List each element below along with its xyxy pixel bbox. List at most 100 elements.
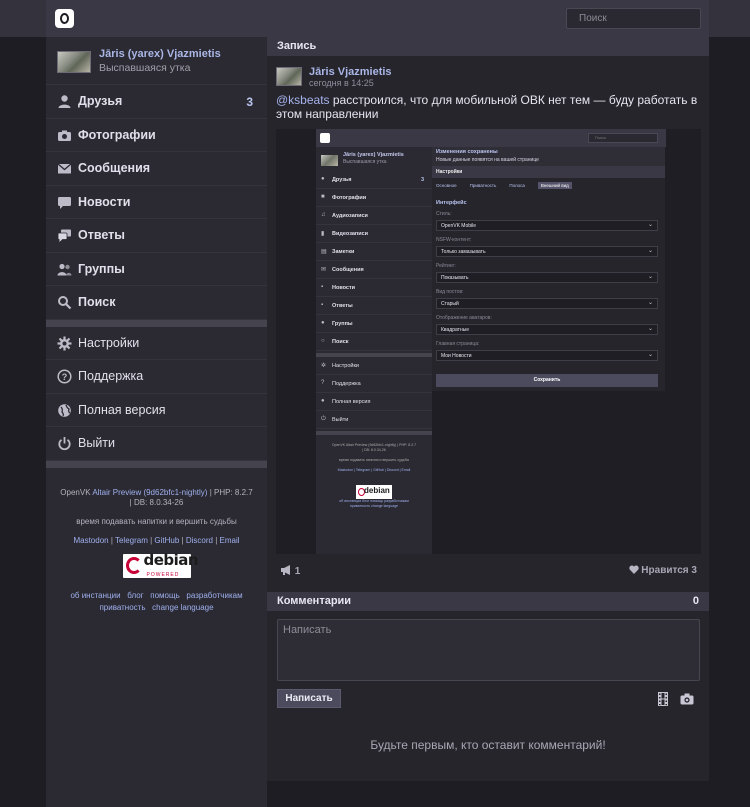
post-mention-link[interactable]: @ksbeats [276,93,330,107]
ss-menu-label: Группы [332,321,353,327]
ss-footer-bottom2: приватность change language [350,504,398,508]
sidebar-item-logout[interactable]: Выйти [46,427,267,461]
debian-powered-logo[interactable]: debian POWERED [122,552,199,578]
sidebar-item-replies[interactable]: Ответы [46,219,267,253]
sidebar-item-label: Фотографии [78,127,156,142]
sidebar-item-label: Выйти [78,436,116,450]
footer-link-email[interactable]: Email [220,536,240,545]
sidebar-item-settings[interactable]: Настройки [46,327,267,360]
ss-menu-label: Выйти [332,417,349,423]
power-icon [57,436,72,451]
repost-button[interactable]: 1 [281,565,300,577]
sidebar-item-news[interactable]: Новости [46,186,267,219]
gear-icon [57,336,72,351]
ss-camera-icon: ■ [321,194,325,200]
like-label: Нравится 3 [641,565,697,576]
post-author-name[interactable]: Jāris Vjazmietis [309,66,392,78]
camera-icon [57,128,72,143]
sidebar-item-label: Новости [78,194,131,209]
sidebar-item-full-version[interactable]: Полная версия [46,394,267,427]
ss-notice-title: Изменения сохранены [436,149,498,155]
footer-link-telegram[interactable]: Telegram [115,536,148,545]
ss-menu-item: ● Группы [316,316,432,333]
ss-menu-label: Поддержка [332,381,361,387]
help-icon: ? [57,369,72,384]
footer-link-discord[interactable]: Discord [186,536,213,545]
footer-link-mastodon[interactable]: Mastodon [73,536,108,545]
ss-field-label: Главная страница: [436,341,480,347]
avatar[interactable] [57,51,91,73]
heart-icon [628,565,639,574]
post-text: @ksbeats расстроился, что для мобильной … [276,93,704,121]
repost-count: 1 [294,566,301,577]
ss-menu-label: Заметки [332,249,355,255]
menu-divider [46,319,267,327]
top-bar [0,0,750,37]
sidebar-item-friends[interactable]: Друзья 3 [46,85,267,119]
ss-menu-item: ✲ Настройки [316,358,432,375]
sidebar-item-groups[interactable]: Группы [46,253,267,286]
footer-link-developers[interactable]: разработчикам [186,591,242,600]
footer-link-language[interactable]: change language [152,603,213,612]
footer-nav-row2: приватность change language [52,603,261,613]
sidebar-item-label: Полная версия [78,402,166,417]
ss-menu-label: Ответы [332,303,353,309]
sidebar-item-photos[interactable]: Фотографии [46,119,267,152]
ss-interface-title: Интерфейс [436,200,467,206]
attach-video-icon[interactable] [657,692,669,706]
footer-link-about[interactable]: об инстанции [70,591,120,600]
footer-link-privacy[interactable]: приватность [99,603,145,612]
openvk-logo[interactable] [55,9,74,28]
post-timestamp[interactable]: сегодня в 14:25 [309,78,374,88]
screenshot-preview: Поиск Jāris (yarex) Vjazmietis Выспавшая… [276,129,701,554]
footer-link-help[interactable]: помощь [150,591,179,600]
ss-notice: Изменения сохранены Новые данные появятс… [432,147,665,166]
attach-photo-icon[interactable] [680,692,694,706]
comments-count: 0 [692,595,699,607]
ss-profile-name: Jāris (yarex) Vjazmietis [343,152,404,158]
sidebar-item-label: Настройки [78,335,140,350]
footer-link-github[interactable]: GitHub [154,536,179,545]
sidebar-item-search[interactable]: Поиск [46,286,267,320]
ss-field-select: Только замазывать [436,246,658,257]
ss-help-icon: ? [321,380,325,386]
ss-footer-links: Mastodon | Telegram | GitHub | Discord |… [337,468,411,472]
friends-count-badge: 3 [246,95,253,109]
svg-text:?: ? [62,372,68,382]
footer-link-blog[interactable]: блог [127,591,143,600]
ss-music-icon: ♫ [321,212,326,218]
ss-debian-logo [356,485,392,499]
footer-version-link[interactable]: Altair Preview (9d62bfc1-nightly) [92,488,207,497]
ss-field-select: OpenVK Mobile [436,220,658,231]
ss-menu-item: ● Друзья 3 [316,172,432,189]
ss-field-label: Вид постов: [436,289,464,295]
sidebar-item-label: Сообщения [78,161,151,175]
sidebar-item-support[interactable]: ? Поддержка [46,360,267,394]
ss-settings-panel: Изменения сохранены Новые данные появятс… [432,147,665,391]
search-input[interactable] [566,8,701,29]
chat-bubbles-icon [57,228,72,243]
like-button[interactable]: Нравится 3 [628,565,697,576]
comment-input[interactable] [277,619,700,681]
sidebar-profile[interactable]: Jāris (yarex) Vjazmietis Выспавшаяся утк… [46,37,267,85]
post-attachment-image[interactable]: Поиск Jāris (yarex) Vjazmietis Выспавшая… [276,129,701,554]
sidebar-item-label: Друзья [78,94,123,108]
profile-name[interactable]: Jāris (yarex) Vjazmietis [99,48,221,60]
ss-video-icon: ▮ [321,231,325,237]
ss-menu-label: Поиск [332,339,349,345]
ss-field-select: Старый [436,298,658,309]
post-author-avatar[interactable] [276,67,302,86]
ss-menu-item: ○ Поиск [316,334,432,351]
sidebar-item-messages[interactable]: Сообщения [46,152,267,186]
ss-menu-item: ? Поддержка [316,376,432,393]
empty-comments-message: Будьте первым, кто оставит комментарий! [370,738,606,752]
ss-footer-motto: время подавать напитки и вершить судьбы [338,458,410,462]
ss-menu-label: Аудиозаписи [332,213,368,219]
globe-icon [57,403,72,418]
ss-news-icon: ▪ [321,284,324,290]
main-content: Запись Jāris Vjazmietis сегодня в 14:25 … [267,37,709,781]
ss-menu-label: Новости [332,285,356,291]
sidebar-item-label: Группы [78,261,125,276]
submit-comment-button[interactable]: Написать [277,689,341,708]
ss-logo [320,133,330,143]
